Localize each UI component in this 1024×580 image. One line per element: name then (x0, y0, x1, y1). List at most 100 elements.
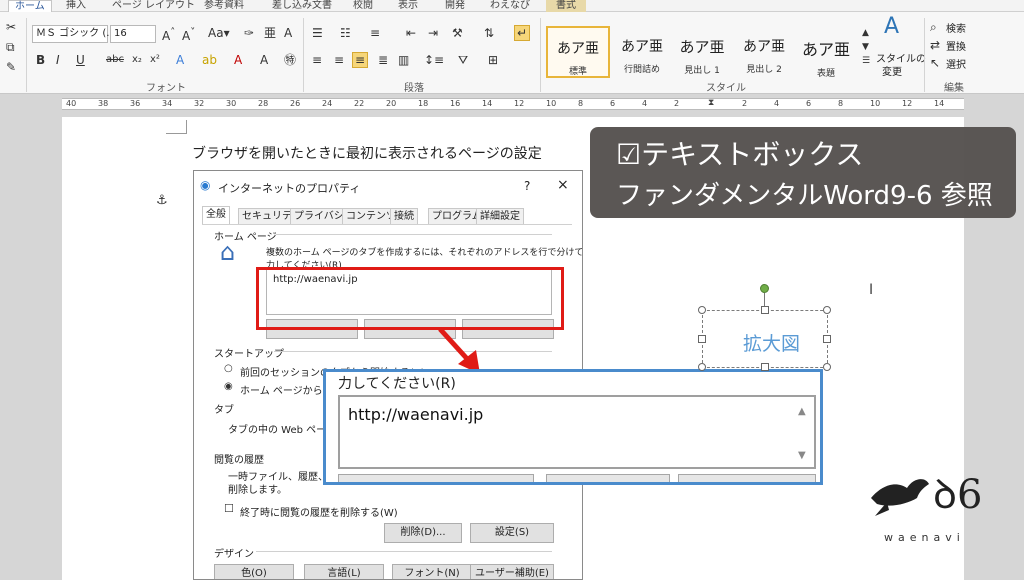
help-button[interactable]: ? (524, 179, 530, 193)
checkbox-unchecked[interactable]: ☐ (224, 502, 234, 516)
tab-waenavi[interactable]: わえなび (490, 0, 530, 12)
tabs-section-label: タブ (214, 405, 234, 416)
group-label-paragraph: 段落 (404, 83, 424, 94)
close-button[interactable]: × (557, 177, 569, 193)
format-painter-icon[interactable]: ✎ (6, 60, 16, 74)
clear-format-icon[interactable]: ✑ (244, 26, 254, 40)
borders-icon[interactable]: ⊞ (488, 53, 498, 67)
radio-selected[interactable]: ◉ (224, 380, 233, 394)
select-icon[interactable]: ↖ (930, 56, 940, 70)
dialog-tab-advanced[interactable]: 詳細設定 (476, 208, 524, 225)
style-title[interactable]: あア亜 表題 (794, 26, 858, 79)
style-heading-1[interactable]: あア亜 見出し 1 (670, 26, 734, 78)
dialog-tab-connections[interactable]: 接続 (390, 208, 418, 225)
multilevel-list-icon[interactable]: ≡ (370, 26, 380, 40)
italic-icon[interactable]: I (56, 53, 60, 67)
change-case-icon[interactable]: Aa▾ (208, 26, 230, 40)
resize-handle[interactable] (698, 306, 706, 314)
tab-format[interactable]: 書式 (546, 0, 586, 12)
char-border-icon[interactable]: A (284, 26, 292, 40)
shading-icon[interactable]: ⛛ (458, 53, 468, 67)
group-separator (924, 18, 925, 92)
distribute-icon[interactable]: ▥ (398, 53, 409, 67)
show-marks-icon[interactable]: ↵ (514, 25, 531, 41)
languages-button[interactable]: 言語(L) (304, 564, 384, 579)
ribbon: ✂ ⧉ ✎ ＭＳ ゴシック (... 16 A˄ A˅ Aa▾ ✑ 亜 A B … (0, 12, 1024, 94)
zoom-button-edge (678, 474, 816, 482)
style-no-spacing[interactable]: あア亜 行間詰め (610, 26, 674, 78)
justify-icon[interactable]: ≣ (378, 53, 388, 67)
sort-icon[interactable]: ⚒ (452, 26, 463, 40)
line-spacing-icon[interactable]: ↕≡ (424, 53, 444, 67)
text-effects-icon[interactable]: A (176, 53, 184, 67)
cut-icon[interactable]: ✂ (6, 20, 16, 34)
tab-page-layout[interactable]: ページ レイアウト (112, 0, 195, 12)
indent-marker-icon[interactable]: ⧗ (708, 99, 714, 108)
style-normal[interactable]: あア亜 標準 (546, 26, 610, 78)
font-size-box[interactable]: 16 (110, 25, 156, 43)
search-button[interactable]: 検索 (946, 20, 966, 35)
resize-handle[interactable] (698, 363, 706, 371)
grow-font-icon[interactable]: A˄ (162, 26, 175, 43)
text-direction-icon[interactable]: ⇅ (484, 26, 494, 40)
tab-view[interactable]: 表示 (398, 0, 418, 12)
fonts-button[interactable]: フォント(N) (392, 564, 472, 579)
delete-history-button[interactable]: 削除(D)... (384, 523, 462, 543)
horizontal-ruler[interactable]: 40 38 36 34 32 30 28 26 24 22 20 18 16 1… (62, 98, 964, 110)
select-button[interactable]: 選択 (946, 56, 966, 71)
colors-button[interactable]: 色(O) (214, 564, 294, 579)
style-gallery-scroll-icon[interactable]: ▲ ▼ ☰ (862, 26, 870, 68)
dialog-tab-general[interactable]: 全般 (202, 206, 230, 225)
document-body-text[interactable]: ブラウザを開いたときに最初に表示されるページの設定 (192, 143, 542, 163)
text-box-shape[interactable]: 拡大図 (698, 306, 831, 371)
tab-mailings[interactable]: 差し込み文書 (272, 0, 332, 12)
resize-handle[interactable] (761, 363, 769, 371)
font-name-box[interactable]: ＭＳ ゴシック (... (32, 25, 116, 43)
tab-home[interactable]: ホーム (8, 0, 52, 12)
text-box-content[interactable]: 拡大図 (743, 329, 800, 356)
accessibility-button[interactable]: ユーザー補助(E) (470, 564, 554, 579)
tab-developer[interactable]: 開発 (445, 0, 465, 12)
strikethrough-icon[interactable]: abc (106, 53, 124, 67)
replace-button[interactable]: 置換 (946, 38, 966, 53)
align-center-icon[interactable]: ≡ (334, 53, 344, 67)
align-right-icon[interactable]: ≡ (352, 52, 369, 68)
rotation-handle[interactable] (760, 284, 769, 293)
resize-handle[interactable] (823, 335, 831, 343)
superscript-icon[interactable]: x² (150, 53, 160, 67)
bullets-icon[interactable]: ☰ (312, 26, 323, 40)
change-styles-label-2[interactable]: 変更 (882, 63, 902, 78)
highlight-icon[interactable]: ab (202, 53, 217, 67)
bold-icon[interactable]: B (36, 53, 45, 67)
phonetic-guide-icon[interactable]: 亜 (264, 26, 276, 40)
copy-icon[interactable]: ⧉ (6, 40, 15, 54)
tab-review[interactable]: 校閲 (353, 0, 373, 12)
ruler-number: 10 (546, 99, 557, 108)
change-styles-icon[interactable]: A (884, 16, 899, 38)
group-label-font: フォント (146, 83, 186, 94)
history-settings-button[interactable]: 設定(S) (470, 523, 554, 543)
tab-insert[interactable]: 挿入 (66, 0, 86, 12)
ruler-number: 16 (450, 99, 461, 108)
tab-references[interactable]: 参考資料 (204, 0, 244, 12)
decrease-indent-icon[interactable]: ⇤ (406, 26, 416, 40)
subscript-icon[interactable]: x₂ (132, 53, 142, 67)
resize-handle[interactable] (761, 306, 769, 314)
numbering-icon[interactable]: ☷ (340, 26, 351, 40)
resize-handle[interactable] (823, 306, 831, 314)
radio-unselected[interactable]: ○ (224, 362, 233, 376)
underline-icon[interactable]: U (76, 53, 85, 67)
rotation-handle-line (764, 293, 765, 307)
resize-handle[interactable] (823, 363, 831, 371)
shrink-font-icon[interactable]: A˅ (182, 26, 195, 43)
char-shading-icon[interactable]: A (260, 53, 268, 67)
font-color-icon[interactable]: A (234, 53, 242, 67)
align-left-icon[interactable]: ≡ (312, 53, 322, 67)
style-heading-2[interactable]: あア亜 見出し 2 (732, 26, 796, 78)
enclose-char-icon[interactable]: ㊕ (284, 53, 296, 67)
increase-indent-icon[interactable]: ⇥ (428, 26, 438, 40)
replace-icon[interactable]: ⇄ (930, 38, 940, 52)
resize-handle[interactable] (698, 335, 706, 343)
search-icon[interactable]: ⌕ (930, 20, 937, 34)
delete-on-exit-label[interactable]: 終了時に閲覧の履歴を削除する(W) (240, 504, 398, 519)
